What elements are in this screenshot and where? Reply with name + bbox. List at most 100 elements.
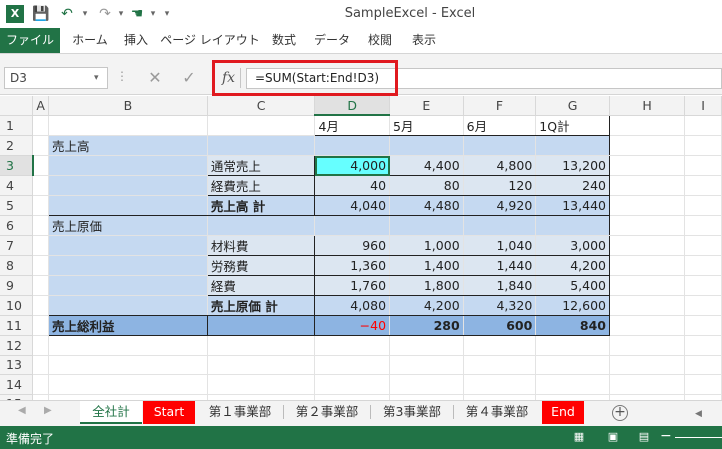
tab-file[interactable]: ファイル bbox=[0, 28, 60, 53]
row-header[interactable]: 14 bbox=[0, 374, 34, 395]
tab-view[interactable]: 表示 bbox=[406, 28, 442, 53]
cell-i12[interactable] bbox=[684, 335, 722, 356]
cell-i3[interactable] bbox=[684, 155, 722, 177]
cell-a12[interactable] bbox=[32, 335, 49, 356]
cell-g12[interactable] bbox=[535, 335, 610, 356]
page-break-view-icon[interactable]: ▤ bbox=[636, 430, 652, 444]
cell-c14[interactable] bbox=[207, 374, 316, 395]
cell-f8[interactable]: 1,440 bbox=[463, 255, 537, 277]
cell-e12[interactable] bbox=[389, 335, 464, 356]
cell-c8[interactable]: 労務費 bbox=[206, 255, 316, 277]
cell-e13[interactable] bbox=[389, 355, 464, 376]
cell-a4[interactable] bbox=[32, 175, 49, 197]
cell-e3[interactable]: 4,400 bbox=[389, 155, 464, 177]
tab-review[interactable]: 校閲 bbox=[362, 28, 398, 53]
cell-a2[interactable] bbox=[32, 135, 49, 157]
cell-b10[interactable] bbox=[47, 295, 208, 317]
prev-sheet-icon[interactable]: ◀ bbox=[18, 405, 26, 416]
cell-f9[interactable]: 1,840 bbox=[463, 275, 537, 297]
cell-c9[interactable]: 経費 bbox=[206, 275, 316, 297]
cell-h7[interactable] bbox=[609, 235, 686, 257]
row-header[interactable]: 3 bbox=[0, 155, 34, 177]
column-header-d[interactable]: D bbox=[314, 96, 391, 117]
row-header[interactable]: 13 bbox=[0, 355, 34, 376]
row-header[interactable]: 1 bbox=[0, 115, 34, 137]
cell-f3[interactable]: 4,800 bbox=[463, 155, 537, 177]
cell-h2[interactable] bbox=[609, 135, 686, 157]
cell-c7[interactable]: 材料費 bbox=[206, 235, 316, 257]
save-icon[interactable]: 💾 bbox=[32, 5, 50, 23]
cell-h11[interactable] bbox=[609, 315, 686, 337]
cell-e14[interactable] bbox=[389, 374, 464, 395]
cell-b9[interactable] bbox=[47, 275, 208, 297]
cell-f4[interactable]: 120 bbox=[463, 175, 537, 197]
cell-b5[interactable] bbox=[47, 195, 208, 217]
tab-insert[interactable]: 挿入 bbox=[118, 28, 154, 53]
enter-icon[interactable]: ✓ bbox=[178, 67, 200, 89]
cancel-icon[interactable]: ✕ bbox=[144, 67, 166, 89]
cell-f1[interactable]: 6月 bbox=[462, 114, 537, 137]
undo-icon[interactable]: ↶ bbox=[58, 5, 76, 23]
cell-c1[interactable] bbox=[207, 115, 316, 137]
worksheet-grid[interactable]: A B C D E F G H I 1 4月 5月 6月 1Q計 2 売上高 3 通常売上 4,0… bbox=[0, 96, 722, 400]
cell-i5[interactable] bbox=[684, 195, 722, 217]
cell-c2[interactable] bbox=[207, 135, 316, 157]
cell-g9[interactable]: 5,400 bbox=[535, 275, 610, 297]
cell-b14[interactable] bbox=[48, 374, 208, 395]
cell-d1[interactable]: 4月 bbox=[314, 114, 391, 137]
tab-page-layout[interactable]: ページ レイアウト bbox=[160, 28, 260, 53]
zoom-slider[interactable] bbox=[675, 437, 722, 438]
cell-a3[interactable] bbox=[32, 155, 49, 177]
row-header[interactable]: 7 bbox=[0, 235, 34, 257]
cell-a5[interactable] bbox=[32, 195, 49, 217]
cell-e9[interactable]: 1,800 bbox=[389, 275, 464, 297]
cell-e4[interactable]: 80 bbox=[389, 175, 464, 197]
cell-d5[interactable]: 4,040 bbox=[314, 195, 391, 217]
cell-e10[interactable]: 4,200 bbox=[389, 295, 464, 317]
row-header[interactable]: 9 bbox=[0, 275, 34, 297]
cell-g3[interactable]: 13,200 bbox=[535, 155, 610, 177]
cell-e2[interactable] bbox=[389, 135, 464, 157]
cell-f14[interactable] bbox=[463, 374, 537, 395]
add-sheet-icon[interactable]: + bbox=[612, 405, 628, 421]
cell-f7[interactable]: 1,040 bbox=[463, 235, 537, 257]
sheet-tab-division-3[interactable]: 第3事業部 bbox=[372, 401, 452, 424]
cell-g13[interactable] bbox=[535, 355, 610, 376]
name-box-dropdown-icon[interactable]: ▾ bbox=[94, 67, 99, 89]
cell-c12[interactable] bbox=[207, 335, 316, 356]
column-header-i[interactable]: I bbox=[684, 96, 722, 116]
cell-b12[interactable] bbox=[48, 335, 208, 356]
cell-g1[interactable]: 1Q計 bbox=[535, 114, 610, 137]
undo-dropdown-icon[interactable]: ▾ bbox=[80, 5, 90, 23]
cell-b2[interactable]: 売上高 bbox=[47, 135, 208, 157]
cell-i8[interactable] bbox=[684, 255, 722, 277]
row-header[interactable]: 6 bbox=[0, 215, 34, 237]
cell-e1[interactable]: 5月 bbox=[389, 114, 464, 137]
cell-g7[interactable]: 3,000 bbox=[535, 235, 610, 257]
cell-h12[interactable] bbox=[609, 335, 686, 356]
cell-e11[interactable]: 280 bbox=[389, 315, 464, 337]
cell-i9[interactable] bbox=[684, 275, 722, 297]
cell-c3[interactable]: 通常売上 bbox=[206, 155, 316, 177]
row-header[interactable]: 12 bbox=[0, 335, 34, 356]
tab-data[interactable]: データ bbox=[310, 28, 354, 53]
cell-a11[interactable] bbox=[32, 315, 49, 337]
cell-a13[interactable] bbox=[32, 355, 49, 376]
cell-g4[interactable]: 240 bbox=[535, 175, 610, 197]
cell-a8[interactable] bbox=[32, 255, 49, 277]
cell-h14[interactable] bbox=[609, 374, 686, 395]
row-header[interactable]: 4 bbox=[0, 175, 34, 197]
cell-i7[interactable] bbox=[684, 235, 722, 257]
cell-c13[interactable] bbox=[207, 355, 316, 376]
redo-dropdown-icon[interactable]: ▾ bbox=[116, 5, 126, 23]
cell-a1[interactable] bbox=[32, 115, 49, 137]
cell-c11[interactable] bbox=[206, 315, 316, 337]
cell-d14[interactable] bbox=[314, 374, 391, 395]
sheet-tab-division-1[interactable]: 第１事業部 bbox=[198, 401, 282, 424]
cell-g6[interactable] bbox=[535, 215, 610, 237]
sheet-tab-end[interactable]: End bbox=[542, 401, 584, 424]
column-header-a[interactable]: A bbox=[32, 96, 49, 116]
cell-g8[interactable]: 4,200 bbox=[535, 255, 610, 277]
column-header-f[interactable]: F bbox=[463, 96, 537, 116]
column-header-e[interactable]: E bbox=[389, 96, 464, 116]
